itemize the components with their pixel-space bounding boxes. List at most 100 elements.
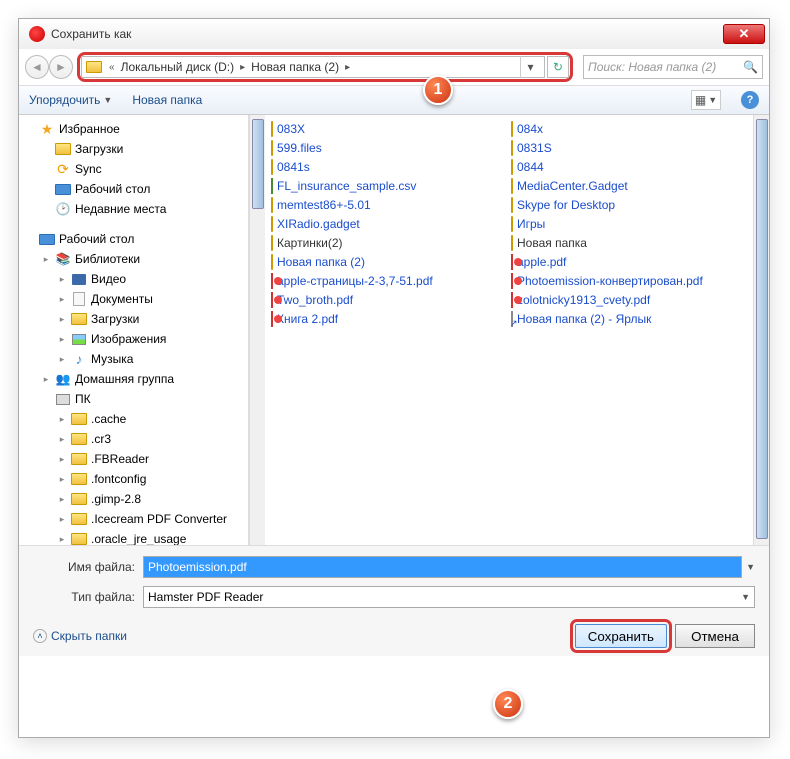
save-dialog: Сохранить как ✕ ◄ ► « Локальный диск (D:… — [18, 18, 770, 738]
tree-item-label: .oracle_jre_usage — [91, 532, 186, 545]
filetype-select[interactable]: Hamster PDF Reader ▼ — [143, 586, 755, 608]
filelist-scrollbar[interactable] — [753, 115, 769, 545]
tree-item[interactable]: ▸Документы — [19, 289, 248, 309]
expand-icon[interactable]: ▸ — [57, 534, 67, 545]
expand-icon[interactable]: ▸ — [57, 314, 67, 325]
tree-item[interactable]: ▸📚Библиотеки — [19, 249, 248, 269]
file-item[interactable]: Photoemission-конвертирован.pdf — [509, 273, 749, 289]
file-item[interactable]: 0841s — [269, 159, 509, 175]
expand-icon[interactable]: ▸ — [57, 434, 67, 445]
tree-item[interactable]: ⟳Sync — [19, 159, 248, 179]
breadcrumb[interactable]: « Локальный диск (D:) ▸ Новая папка (2) … — [81, 56, 545, 78]
file-item[interactable]: 0844 — [509, 159, 749, 175]
search-input[interactable]: Поиск: Новая папка (2) 🔍 — [583, 55, 763, 79]
chevron-icon: ▸ — [345, 62, 350, 73]
file-item[interactable]: Two_broth.pdf — [269, 292, 509, 308]
close-button[interactable]: ✕ — [723, 24, 765, 44]
tree-item[interactable]: ▸👥Домашняя группа — [19, 369, 248, 389]
tree-scrollbar[interactable] — [249, 115, 265, 545]
file-item[interactable]: Новая папка — [509, 235, 749, 251]
scroll-thumb[interactable] — [756, 119, 768, 539]
expand-icon[interactable]: ▸ — [57, 294, 67, 305]
file-item[interactable]: 0831S — [509, 140, 749, 156]
save-button[interactable]: Сохранить — [575, 624, 667, 648]
tree-item[interactable]: Загрузки — [19, 139, 248, 159]
file-item[interactable]: Новая папка (2) - Ярлык — [509, 311, 749, 327]
tree-item[interactable]: Рабочий стол — [19, 229, 248, 249]
chevron-down-icon[interactable]: ▼ — [746, 562, 755, 572]
back-button[interactable]: ◄ — [25, 55, 49, 79]
file-item[interactable]: 083X — [269, 121, 509, 137]
file-item[interactable]: Картинки(2) — [269, 235, 509, 251]
file-item[interactable]: XIRadio.gadget — [269, 216, 509, 232]
opera-icon — [29, 26, 45, 42]
tree-item[interactable]: ▸.cache — [19, 409, 248, 429]
expand-icon[interactable]: ▸ — [57, 454, 67, 465]
file-name: FL_insurance_sample.csv — [277, 179, 416, 193]
forward-button[interactable]: ► — [49, 55, 73, 79]
refresh-button[interactable]: ↻ — [547, 56, 569, 78]
tree-item[interactable]: ▸Загрузки — [19, 309, 248, 329]
library-icon: 📚 — [55, 251, 71, 267]
expand-icon[interactable]: ▸ — [41, 374, 51, 385]
breadcrumb-seg-disk[interactable]: Локальный диск (D:) — [119, 60, 237, 74]
tree-item[interactable]: ▸ .gimp-2.8 — [19, 489, 248, 509]
tree-item[interactable]: ПК — [19, 389, 248, 409]
music-icon: ♪ — [71, 351, 87, 367]
filename-input[interactable] — [143, 556, 742, 578]
expand-icon[interactable]: ▸ — [57, 514, 67, 525]
hide-folders-link[interactable]: ˄ Скрыть папки — [33, 629, 127, 643]
help-button[interactable]: ? — [741, 91, 759, 109]
tree-item[interactable]: 🕑Недавние места — [19, 199, 248, 219]
file-name: Книга 2.pdf — [277, 312, 338, 326]
tree-item[interactable]: ▸.cr3 — [19, 429, 248, 449]
expand-icon[interactable]: ▸ — [57, 354, 67, 365]
expand-icon[interactable]: ▸ — [41, 254, 51, 265]
tree-item-label: Музыка — [91, 352, 133, 366]
file-item[interactable]: 084x — [509, 121, 749, 137]
expand-icon[interactable]: ▸ — [57, 494, 67, 505]
tree-item[interactable]: ▸.Icecream PDF Converter — [19, 509, 248, 529]
expand-icon[interactable]: ▸ — [57, 474, 67, 485]
file-name: Картинки(2) — [277, 236, 343, 250]
scroll-thumb[interactable] — [252, 119, 264, 209]
tree-item[interactable]: ★Избранное — [19, 119, 248, 139]
file-list[interactable]: 083X 599.files 0841s FL_insurance_sample.cs… — [265, 115, 753, 545]
pdf-icon — [511, 274, 513, 288]
new-folder-button[interactable]: Новая папка — [132, 93, 202, 107]
file-item[interactable]: zolotnicky1913_cvety.pdf — [509, 292, 749, 308]
file-name: memtest86+-5.01 — [277, 198, 371, 212]
file-item[interactable]: MediaCenter.Gadget — [509, 178, 749, 194]
tree-item-label: Избранное — [59, 122, 120, 136]
file-item[interactable]: apple.pdf — [509, 254, 749, 270]
file-name: Игры — [517, 217, 545, 231]
file-item[interactable]: memtest86+-5.01 — [269, 197, 509, 213]
file-item[interactable]: Книга 2.pdf — [269, 311, 509, 327]
file-item[interactable]: 599.files — [269, 140, 509, 156]
tree-item[interactable]: ▸ ♪ Музыка — [19, 349, 248, 369]
tree-item[interactable]: ▸Видео — [19, 269, 248, 289]
file-name: 599.files — [277, 141, 322, 155]
pdf-icon — [271, 312, 273, 326]
expand-icon[interactable]: ▸ — [57, 414, 67, 425]
breadcrumb-seg-folder[interactable]: Новая папка (2) — [249, 60, 341, 74]
file-item[interactable]: apple-страницы-2-3,7-51.pdf — [269, 273, 509, 289]
expand-icon[interactable]: ▸ — [57, 334, 67, 345]
file-item[interactable]: Skype for Desktop — [509, 197, 749, 213]
breadcrumb-dropdown[interactable]: ▾ — [520, 56, 540, 78]
tree-item[interactable]: ▸Изображения — [19, 329, 248, 349]
tree-item-label: .gimp-2.8 — [91, 492, 141, 506]
folder-icon — [511, 160, 513, 174]
cancel-button[interactable]: Отмена — [675, 624, 755, 648]
file-item[interactable]: Новая папка (2) — [269, 254, 509, 270]
file-item[interactable]: FL_insurance_sample.csv — [269, 178, 509, 194]
tree-item[interactable]: ▸.fontconfig — [19, 469, 248, 489]
tree-item[interactable]: ▸ .oracle_jre_usage — [19, 529, 248, 545]
folder-tree[interactable]: ★ИзбранноеЗагрузки⟳SyncРабочий стол🕑Неда… — [19, 115, 249, 545]
expand-icon[interactable]: ▸ — [57, 274, 67, 285]
tree-item[interactable]: ▸.FBReader — [19, 449, 248, 469]
tree-item[interactable]: Рабочий стол — [19, 179, 248, 199]
organize-menu[interactable]: Упорядочить▼ — [29, 93, 112, 107]
file-item[interactable]: Игры — [509, 216, 749, 232]
view-mode-button[interactable]: ▦▼ — [691, 90, 721, 110]
